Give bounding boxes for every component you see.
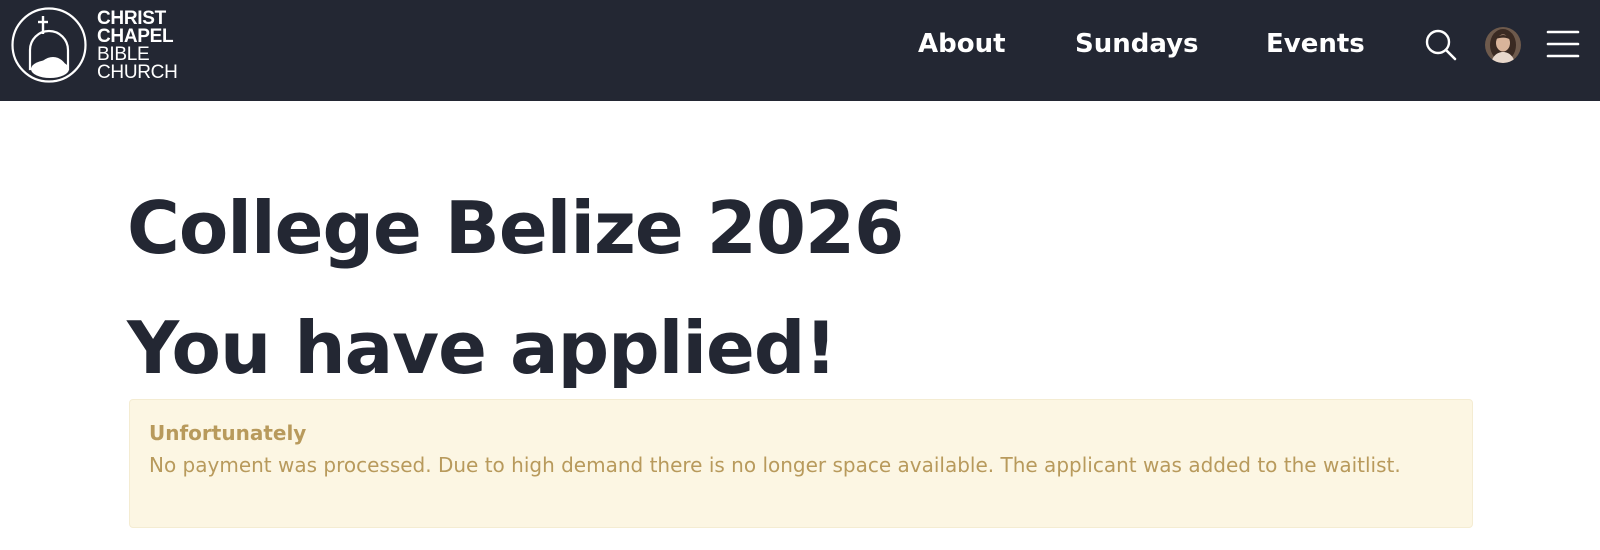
hamburger-menu-icon (1546, 30, 1580, 58)
menu-button[interactable] (1545, 26, 1581, 62)
application-status-heading: You have applied! (127, 306, 837, 390)
logo-mark-icon (11, 7, 87, 83)
user-avatar-button[interactable] (1485, 27, 1521, 63)
site-header: CHRIST CHAPEL BIBLE CHURCH About Sundays… (0, 0, 1600, 101)
logo-wordmark: CHRIST CHAPEL BIBLE CHURCH (97, 9, 178, 83)
nav-link-events[interactable]: Events (1266, 27, 1365, 61)
event-title: College Belize 2026 (127, 186, 904, 270)
church-logo[interactable]: CHRIST CHAPEL BIBLE CHURCH (10, 6, 190, 88)
nav-link-about[interactable]: About (918, 27, 1006, 61)
search-icon (1425, 29, 1457, 61)
nav-link-sundays[interactable]: Sundays (1075, 27, 1199, 61)
alert-title: Unfortunately (149, 421, 307, 445)
waitlist-alert: Unfortunately No payment was processed. … (129, 399, 1473, 528)
avatar (1485, 27, 1521, 63)
logo-line: CHURCH (97, 62, 178, 83)
search-button[interactable] (1424, 28, 1458, 62)
alert-message: No payment was processed. Due to high de… (149, 453, 1401, 477)
